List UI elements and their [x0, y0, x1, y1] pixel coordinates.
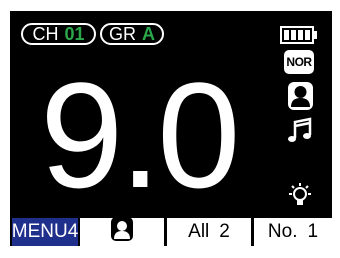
channel-indicator: CH 01 [21, 23, 96, 45]
mode-badge: NOR [284, 50, 314, 74]
number-label: No. [267, 221, 298, 242]
all-button[interactable]: All 2 [167, 218, 251, 246]
group-label: GR [109, 24, 136, 44]
group-indicator: GR A [100, 23, 164, 45]
person-icon [110, 216, 134, 246]
group-value: A [142, 24, 155, 44]
channel-value: 01 [64, 24, 85, 44]
battery-full-icon [280, 26, 318, 44]
brightness-icon [286, 182, 314, 208]
person-icon [287, 81, 314, 111]
channel-label: CH [32, 24, 59, 44]
number-button[interactable]: No. 1 [254, 218, 332, 246]
device-screen: CH 01 GR A 9.0 NOR MENU4 All 2 No. 1 [10, 11, 332, 246]
main-value-display: 9.0 [40, 51, 241, 219]
number-value: 1 [307, 221, 319, 242]
mode-button[interactable] [80, 216, 164, 246]
bottom-bar: MENU4 All 2 No. 1 [10, 215, 332, 246]
menu-button[interactable]: MENU4 [12, 218, 78, 246]
all-label: All [188, 221, 210, 242]
all-value: 2 [219, 221, 230, 242]
music-note-icon [286, 117, 314, 145]
